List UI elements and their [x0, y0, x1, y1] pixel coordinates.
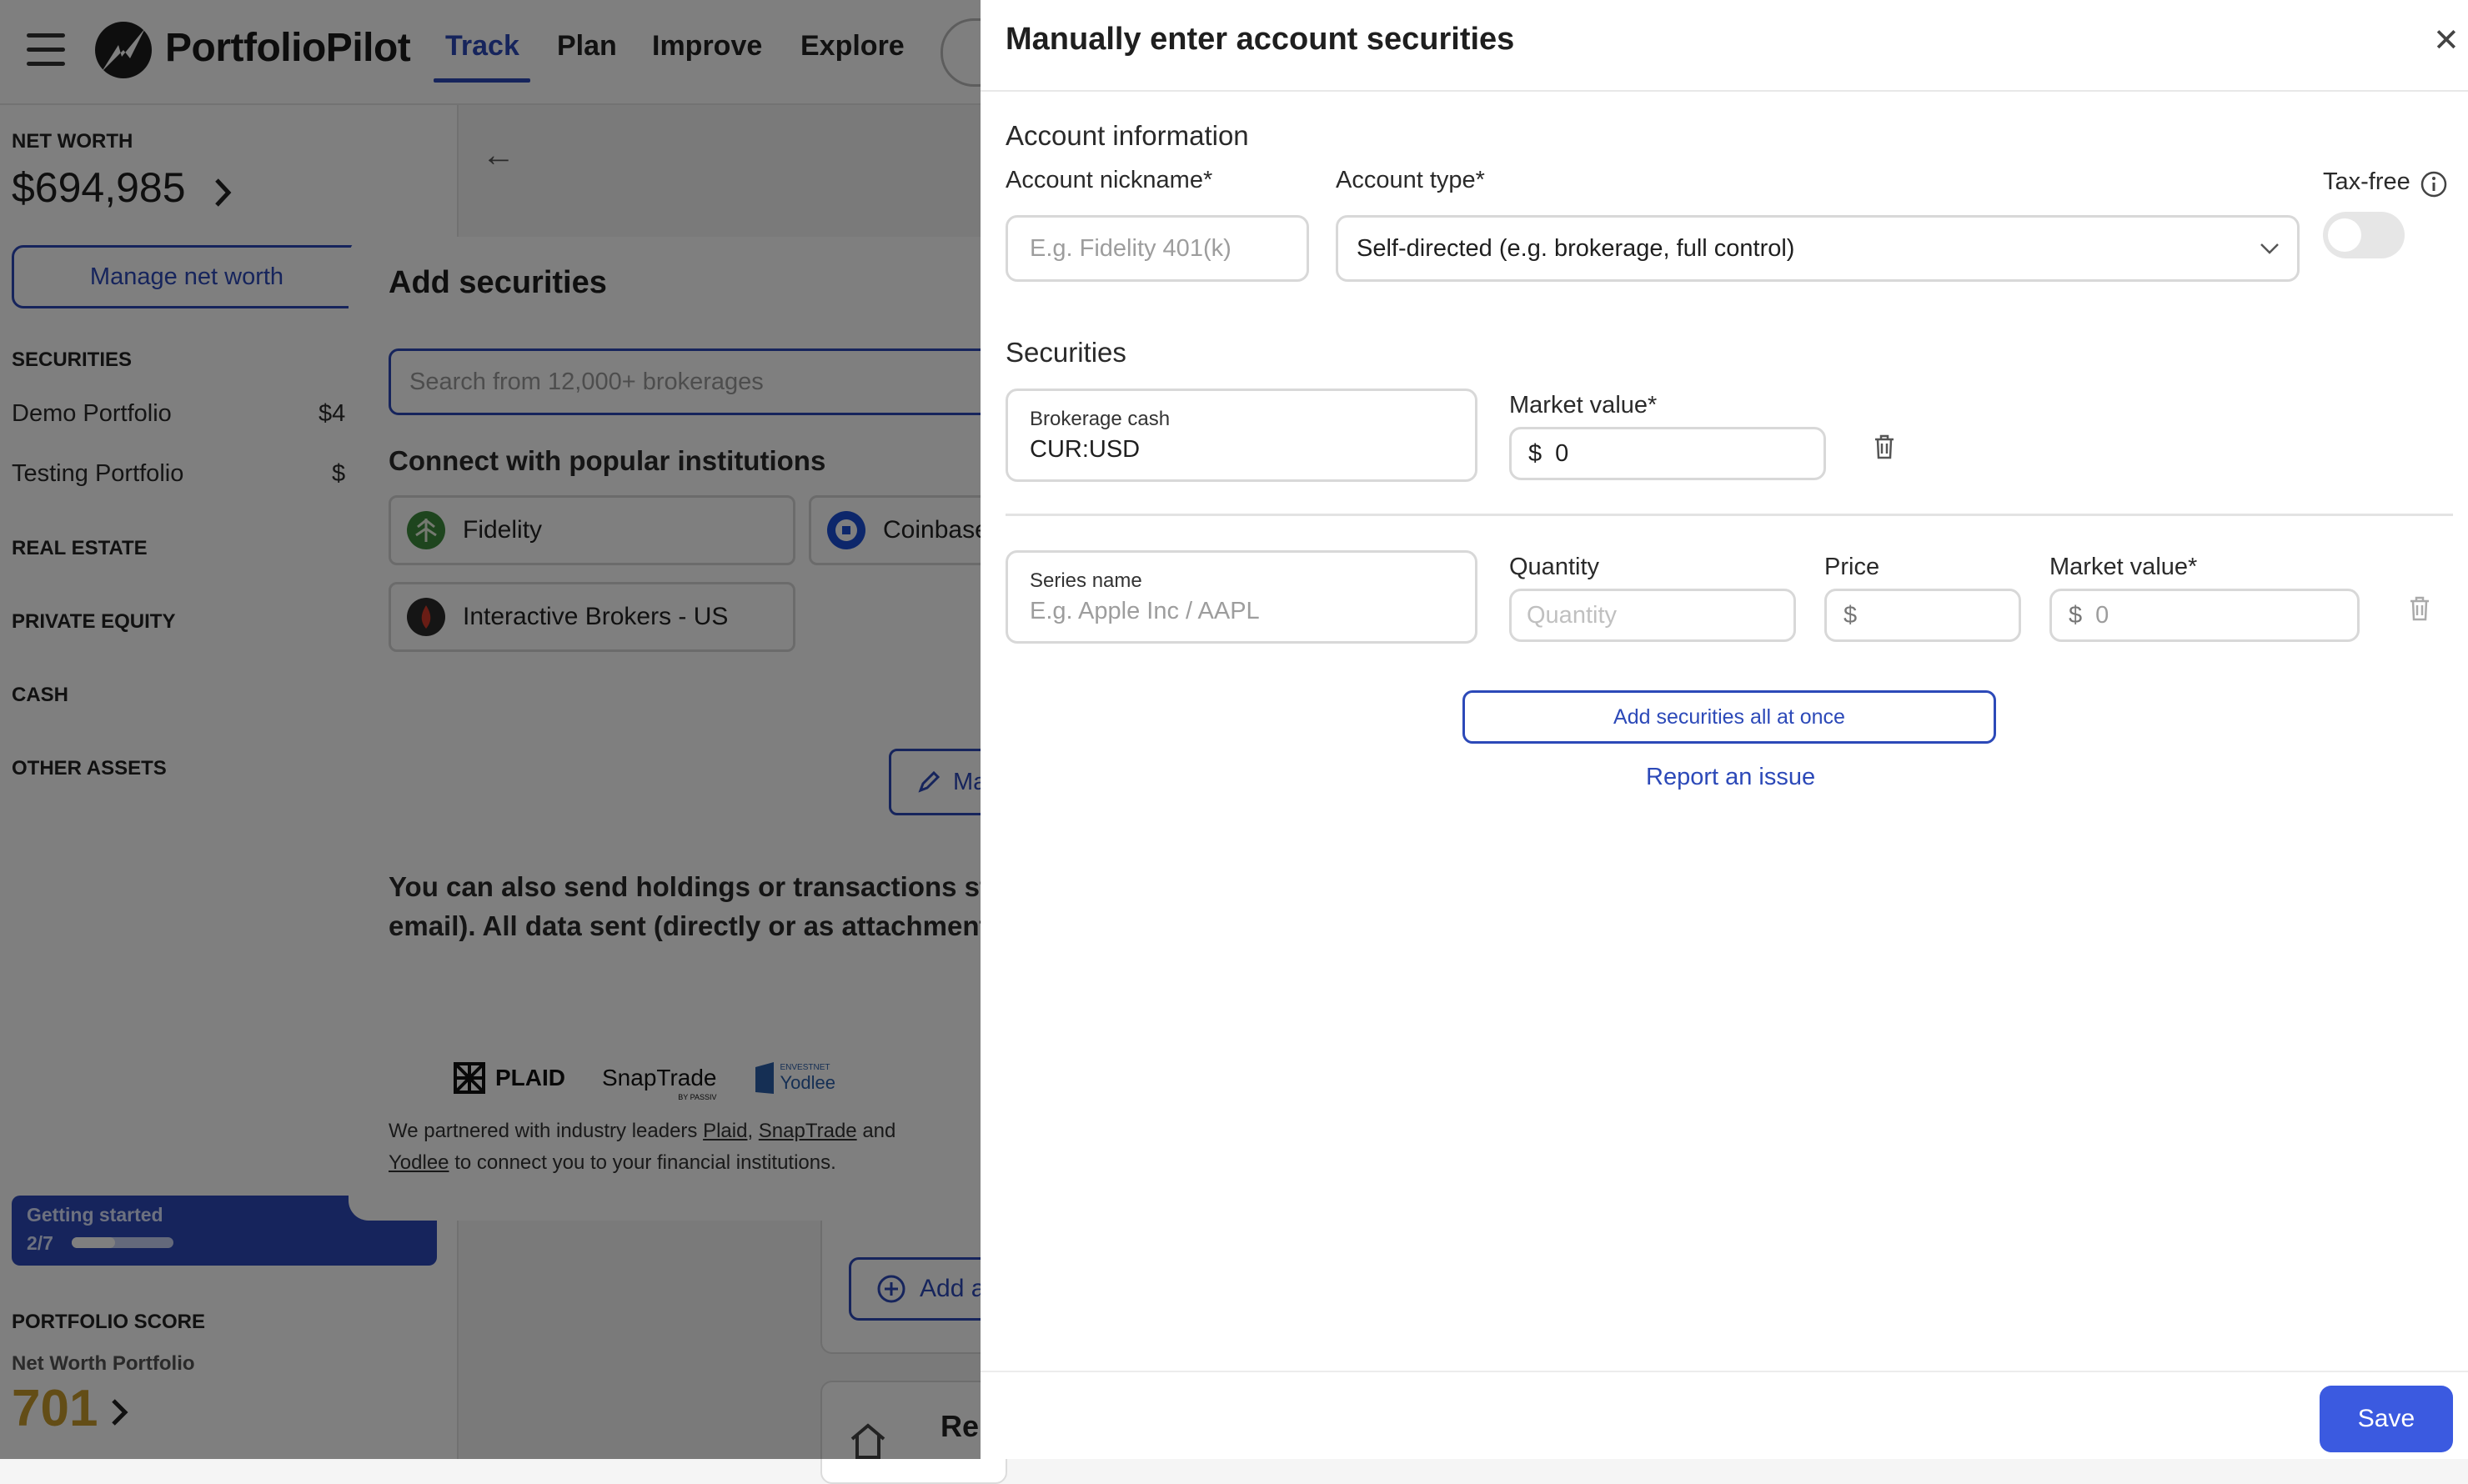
required-mark: * [1475, 167, 1485, 193]
account-nickname-label: Account nickname* [1006, 167, 1212, 194]
price-input[interactable]: $ [1824, 589, 2021, 642]
account-nickname-placeholder: E.g. Fidelity 401(k) [1030, 234, 1231, 262]
save-button[interactable]: Save [2320, 1386, 2453, 1452]
panel-title: Manually enter account securities [1006, 22, 1515, 57]
report-issue-link[interactable]: Report an issue [1646, 764, 1815, 791]
securities-heading: Securities [1006, 337, 1126, 368]
market-value-2-placeholder: 0 [2095, 601, 2109, 629]
info-icon[interactable] [2420, 170, 2448, 198]
account-type-value: Self-directed (e.g. brokerage, full cont… [1357, 234, 1795, 262]
required-mark: * [1648, 392, 1658, 419]
required-mark: * [2188, 554, 2198, 580]
market-value-label-2: Market value* [2049, 554, 2197, 581]
account-type-label-text: Account type [1336, 167, 1476, 193]
close-icon[interactable]: ✕ [2433, 22, 2460, 59]
currency-symbol: $ [1843, 601, 1858, 629]
tax-free-toggle-knob [2328, 218, 2361, 252]
security-name-field-2-label: Series name [1030, 569, 1142, 592]
account-type-label: Account type* [1336, 167, 1485, 194]
security-name-field-2[interactable]: Series name E.g. Apple Inc / AAPL [1006, 550, 1477, 644]
trash-icon[interactable] [2408, 595, 2431, 622]
quantity-placeholder: Quantity [1527, 601, 1617, 629]
securities-row-divider [1006, 514, 2453, 516]
currency-symbol: $ [2069, 601, 2083, 629]
market-value-label-1: Market value* [1509, 392, 1657, 419]
trash-icon[interactable] [1873, 434, 1896, 460]
quantity-label: Quantity [1509, 554, 1599, 580]
quantity-input[interactable]: Quantity [1509, 589, 1796, 642]
security-name-field-1[interactable]: Brokerage cash CUR:USD [1006, 389, 1477, 482]
tax-free-label: Tax-free [2323, 168, 2410, 195]
account-nickname-input[interactable]: E.g. Fidelity 401(k) [1006, 215, 1309, 282]
security-name-field-1-label: Brokerage cash [1030, 408, 1171, 430]
required-mark: * [1202, 167, 1213, 193]
account-type-select[interactable]: Self-directed (e.g. brokerage, full cont… [1336, 215, 2300, 282]
modal-backdrop[interactable] [0, 0, 981, 1459]
account-information-heading: Account information [1006, 120, 1249, 151]
chevron-down-icon[interactable] [2258, 237, 2281, 260]
security-name-field-2-placeholder: E.g. Apple Inc / AAPL [1030, 598, 1260, 624]
account-nickname-label-text: Account nickname [1006, 167, 1203, 193]
price-label: Price [1824, 554, 1880, 580]
market-value-input-1[interactable]: $ 0 [1509, 427, 1826, 480]
market-value-label-2-text: Market value [2049, 554, 2189, 580]
market-value-1-value: 0 [1555, 439, 1569, 467]
add-securities-all-at-once-button[interactable]: Add securities all at once [1462, 690, 1996, 744]
market-value-label-1-text: Market value [1509, 392, 1648, 419]
panel-footer-divider [981, 1371, 2468, 1372]
panel-header-divider [981, 90, 2468, 92]
market-value-input-2[interactable]: $ 0 [2049, 589, 2360, 642]
security-name-field-1-value: CUR:USD [1030, 436, 1141, 463]
currency-symbol: $ [1528, 439, 1542, 467]
